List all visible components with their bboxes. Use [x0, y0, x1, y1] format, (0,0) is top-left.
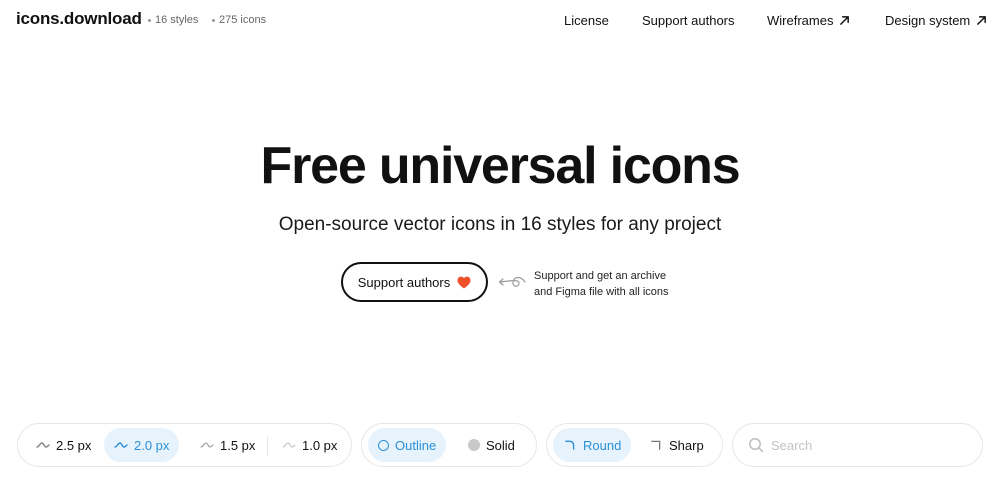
bullet-icon: [212, 18, 215, 22]
icons-count-label: 275 icons: [219, 14, 267, 26]
page: icons.download 16 styles 275 icons Licen…: [0, 0, 1000, 500]
squiggle-icon: [282, 442, 296, 448]
stroke-option-label: 2.5 px: [56, 437, 92, 453]
corner-option-sharp[interactable]: Sharp: [639, 428, 714, 462]
logo[interactable]: icons.download: [16, 9, 142, 29]
nav-license[interactable]: License: [564, 13, 609, 28]
stroke-option-label: 1.5 px: [220, 437, 256, 453]
support-authors-button-label: Support authors: [357, 274, 451, 290]
heart-icon: [457, 276, 471, 288]
hero-subtitle: Open-source vector icons in 16 styles fo…: [278, 214, 722, 235]
circle-solid-icon: [468, 439, 480, 451]
sharp-corner-icon: [651, 440, 661, 450]
support-note-line-1: Support and get an archive: [534, 270, 667, 282]
style-option-label: Solid: [486, 437, 515, 453]
curved-arrow-icon: [498, 276, 526, 287]
stroke-option-1-0[interactable]: 1.0 px: [272, 428, 347, 462]
squiggle-icon: [114, 442, 128, 448]
styles-count: 16 styles: [148, 14, 198, 26]
styles-count-label: 16 styles: [155, 14, 199, 26]
stroke-option-label: 1.0 px: [302, 437, 338, 453]
style-option-solid[interactable]: Solid: [458, 428, 525, 462]
fill-style-selector: Outline Solid: [361, 423, 537, 467]
icons-count: 275 icons: [212, 14, 266, 26]
nav-wireframes-label: Wireframes: [767, 13, 834, 28]
nav-license-label: License: [564, 13, 609, 28]
stroke-option-1-5[interactable]: 1.5 px: [190, 428, 265, 462]
search-icon: [749, 438, 764, 453]
divider: [267, 436, 268, 456]
circle-outline-icon: [378, 439, 389, 451]
bullet-icon: [148, 18, 151, 22]
stroke-option-label: 2.0 px: [134, 437, 170, 453]
squiggle-icon: [36, 442, 50, 448]
style-option-label: Outline: [395, 437, 437, 453]
search-box: [732, 423, 983, 467]
round-corner-icon: [565, 440, 575, 450]
support-note-line-2: and Figma file with all icons: [534, 286, 669, 298]
hero-title: Free universal icons: [260, 137, 741, 195]
squiggle-icon: [200, 442, 214, 448]
style-option-outline[interactable]: Outline: [368, 428, 447, 462]
nav-support-label: Support authors: [642, 13, 735, 28]
stroke-option-2-0[interactable]: 2.0 px: [104, 428, 180, 462]
corner-option-label: Sharp: [669, 437, 704, 453]
header: icons.download 16 styles 275 icons Licen…: [0, 0, 1000, 42]
stroke-width-selector: 2.5 px 2.0 px 1.5 px 1.0 px: [17, 423, 352, 467]
corner-style-selector: Round Sharp: [546, 423, 723, 467]
nav-support-authors[interactable]: Support authors: [642, 13, 735, 28]
search-input[interactable]: [771, 432, 971, 458]
support-authors-button[interactable]: Support authors: [341, 262, 488, 302]
nav-design-system[interactable]: Design system: [885, 13, 987, 28]
corner-option-round[interactable]: Round: [553, 428, 632, 462]
arrow-up-right-icon: [840, 16, 850, 25]
arrow-up-right-icon: [977, 16, 987, 25]
support-note: Support and get an archive and Figma fil…: [534, 268, 694, 300]
nav-wireframes[interactable]: Wireframes: [767, 13, 850, 28]
nav-design-system-label: Design system: [885, 13, 971, 28]
stroke-option-2-5[interactable]: 2.5 px: [26, 428, 101, 462]
corner-option-label: Round: [583, 437, 622, 453]
